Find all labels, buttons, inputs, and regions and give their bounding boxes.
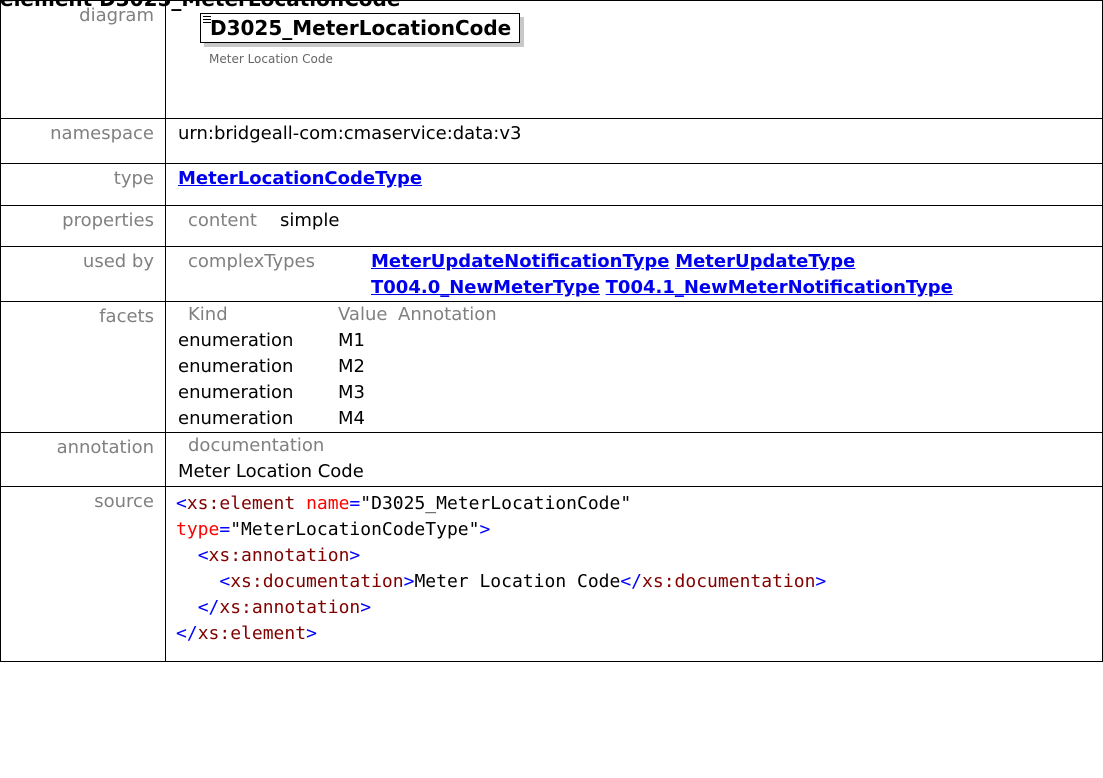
facet-row: enumeration M2: [178, 354, 497, 380]
diagram-cell: D3025_MeterLocationCode Meter Location C…: [165, 0, 1103, 119]
source-documentation-text: Meter Location Code: [414, 571, 621, 592]
row-namespace: namespace urn:bridgeall-com:cmaservice:d…: [0, 118, 1103, 164]
facet-value: M1: [338, 330, 365, 351]
diagram-label: diagram: [0, 0, 166, 119]
row-used-by: used by complexTypes MeterUpdateNotifica…: [0, 246, 1103, 302]
source-label: source: [0, 486, 166, 662]
used-by-link-t004-1-new-meter-notification-type[interactable]: T004.1_NewMeterNotificationType: [606, 277, 953, 298]
used-by-link-meter-update-type[interactable]: MeterUpdateType: [675, 251, 855, 272]
used-by-link-t004-0-new-meter-type[interactable]: T004.0_NewMeterType: [371, 277, 600, 298]
facets-table: Kind Value Annotation enumeration M1 enu…: [178, 302, 497, 432]
annotation-key: documentation: [188, 435, 325, 456]
properties-cell: content simple: [165, 205, 1103, 247]
source-name-value: "D3025_MeterLocationCode": [360, 493, 632, 514]
properties-key: content: [188, 210, 257, 231]
properties-label: properties: [0, 205, 166, 247]
source-type-attr: type: [176, 519, 220, 540]
facets-label: facets: [0, 301, 166, 433]
facet-value: M3: [338, 382, 365, 403]
type-label: type: [0, 163, 166, 206]
facet-kind: enumeration: [178, 356, 294, 377]
facet-value: M2: [338, 356, 365, 377]
facet-value: M4: [338, 408, 365, 429]
facet-kind: enumeration: [178, 330, 294, 351]
facets-header-annotation: Annotation: [398, 304, 497, 325]
row-facets: facets Kind Value Annotation enumeration…: [0, 301, 1103, 433]
row-annotation: annotation documentation Meter Location …: [0, 432, 1103, 487]
used-by-key: complexTypes: [188, 251, 316, 272]
namespace-label: namespace: [0, 118, 166, 164]
type-cell: MeterLocationCodeType: [165, 163, 1103, 206]
annotation-label: annotation: [0, 432, 166, 487]
used-by-label: used by: [0, 246, 166, 302]
element-doc-table: diagram D3025_MeterLocationCode Meter Lo…: [0, 0, 1103, 662]
source-annotation-tag: xs:annotation: [208, 545, 350, 566]
used-by-cell: complexTypes MeterUpdateNotificationType…: [165, 246, 1103, 302]
annotation-value: Meter Location Code: [178, 461, 364, 482]
source-element-close-tag: xs:element: [197, 623, 307, 644]
source-cell: <xs:element name="D3025_MeterLocationCod…: [165, 486, 1103, 662]
source-annotation-close-tag: xs:annotation: [219, 597, 361, 618]
source-type-value: "MeterLocationCodeType": [230, 519, 480, 540]
source-documentation-close-tag: xs:documentation: [642, 571, 816, 592]
facets-cell: Kind Value Annotation enumeration M1 enu…: [165, 301, 1103, 433]
element-properties-icon: [203, 16, 211, 24]
source-name-attr: name: [306, 493, 350, 514]
source-documentation-tag: xs:documentation: [230, 571, 404, 592]
element-diagram-box[interactable]: D3025_MeterLocationCode: [200, 13, 521, 43]
row-diagram: diagram D3025_MeterLocationCode Meter Lo…: [0, 0, 1103, 119]
namespace-value: urn:bridgeall-com:cmaservice:data:v3: [165, 118, 1103, 164]
facet-row: enumeration M3: [178, 380, 497, 406]
facet-kind: enumeration: [178, 408, 294, 429]
facets-header-row: Kind Value Annotation: [178, 302, 497, 328]
row-source: source <xs:element name="D3025_MeterLoca…: [0, 486, 1103, 662]
diagram-element-doc: Meter Location Code: [209, 52, 333, 66]
diagram-element-name: D3025_MeterLocationCode: [210, 16, 512, 40]
row-properties: properties content simple: [0, 205, 1103, 247]
source-element-tag: xs:element: [186, 493, 296, 514]
facet-kind: enumeration: [178, 382, 294, 403]
facets-header-kind: Kind: [188, 304, 228, 325]
row-type: type MeterLocationCodeType: [0, 163, 1103, 206]
facet-row: enumeration M1: [178, 328, 497, 354]
facet-row: enumeration M4: [178, 406, 497, 432]
facets-header-value: Value: [338, 304, 388, 325]
used-by-link-meter-update-notification-type[interactable]: MeterUpdateNotificationType: [371, 251, 669, 272]
used-by-links: MeterUpdateNotificationType MeterUpdateT…: [371, 249, 1102, 301]
annotation-cell: documentation Meter Location Code: [165, 432, 1103, 487]
source-code: <xs:element name="D3025_MeterLocationCod…: [176, 493, 827, 644]
properties-value: simple: [280, 210, 340, 231]
type-link[interactable]: MeterLocationCodeType: [178, 168, 422, 189]
